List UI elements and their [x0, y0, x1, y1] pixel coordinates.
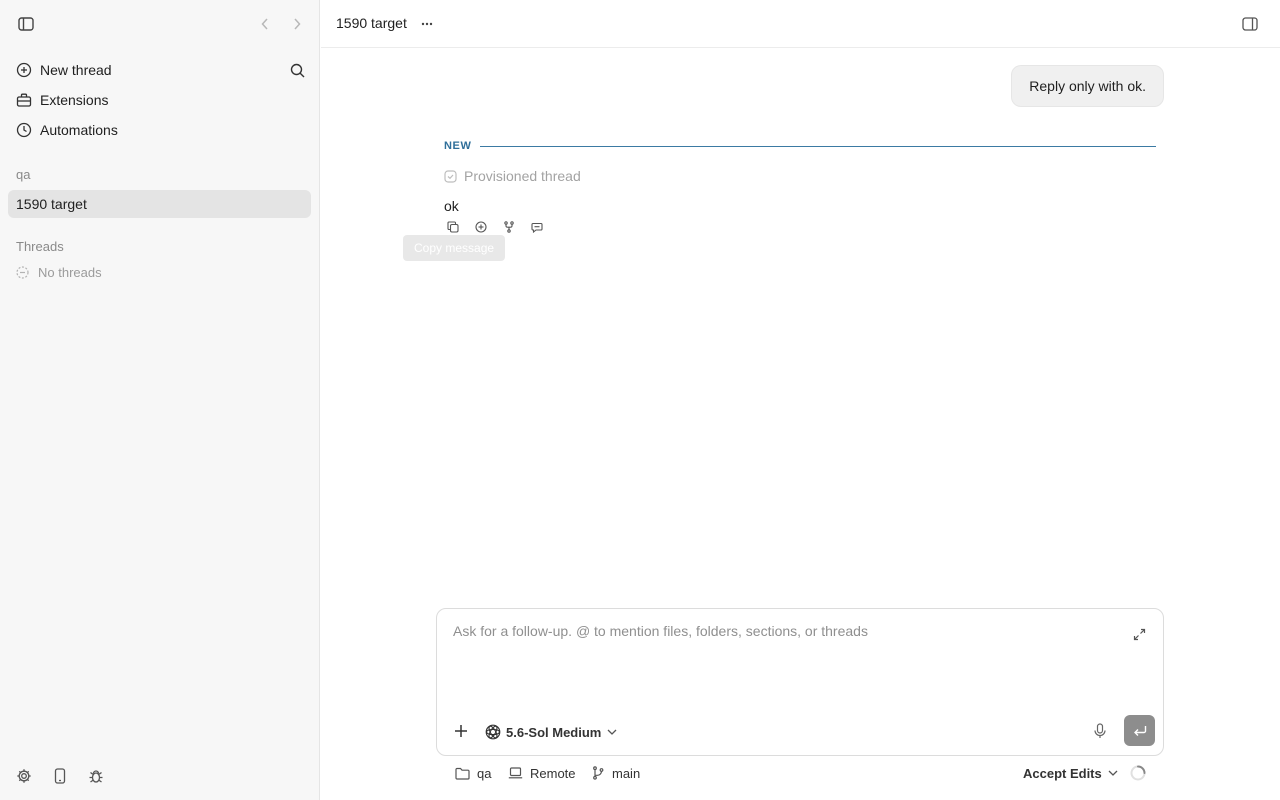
send-button[interactable] [1124, 715, 1155, 746]
model-logo-icon [485, 724, 501, 740]
threads-section-label: Threads [16, 239, 64, 254]
copy-message-tooltip: Copy message [403, 235, 506, 261]
project-section-label: qa [16, 167, 31, 182]
sidebar-item-label: 1590 target [16, 196, 87, 212]
composer-footer: qa Remote main Accept Edits [436, 762, 1164, 784]
new-divider-label: NEW [444, 140, 472, 152]
more-options-icon[interactable] [418, 15, 436, 33]
threads-empty-label: No threads [38, 264, 102, 280]
loading-spinner-icon [1130, 765, 1146, 781]
sidebar-item-automations[interactable]: Automations [8, 116, 312, 144]
folder-selector[interactable]: qa [455, 762, 491, 784]
assistant-message-text: ok [444, 198, 459, 214]
settings-gear-icon[interactable] [15, 767, 33, 785]
add-reaction-icon[interactable] [473, 219, 501, 235]
provisioned-label: Provisioned thread [464, 168, 581, 184]
attach-plus-icon[interactable] [452, 722, 470, 740]
sidebar-item-extensions[interactable]: Extensions [8, 86, 312, 114]
sidebar: New thread Extensions Automations qa 159… [0, 0, 320, 800]
branch-label: main [612, 765, 641, 781]
edit-mode-selector[interactable]: Accept Edits [1023, 762, 1118, 784]
provisioned-thread-status: Provisioned thread [444, 168, 581, 184]
model-selector[interactable]: 5.6-Sol Medium [485, 721, 617, 743]
branch-selector[interactable]: main [592, 762, 640, 784]
back-arrow-icon[interactable] [257, 15, 273, 33]
fork-branch-icon[interactable] [501, 219, 529, 235]
threads-empty-state: No threads [16, 263, 102, 281]
model-label: 5.6-Sol Medium [506, 724, 602, 740]
sidebar-item-label: Automations [40, 122, 118, 138]
thread-header: 1590 target [321, 0, 1280, 48]
mobile-device-icon[interactable] [51, 767, 69, 785]
copy-icon[interactable] [445, 219, 473, 235]
composer: 5.6-Sol Medium [436, 608, 1164, 756]
sidebar-item-active-project[interactable]: 1590 target [8, 190, 311, 218]
sidebar-item-new-thread[interactable]: New thread [8, 56, 312, 84]
folder-label: qa [477, 765, 492, 781]
edit-mode-label: Accept Edits [1023, 765, 1102, 781]
follow-up-input[interactable] [453, 623, 1113, 639]
new-divider-line [480, 145, 1156, 147]
main-panel: 1590 target Reply only with ok. NEW Prov… [321, 0, 1280, 800]
sidebar-item-label: New thread [40, 62, 112, 78]
user-message-text: Reply only with ok. [1029, 78, 1146, 94]
search-icon[interactable] [288, 61, 306, 79]
dashed-circle-icon [16, 265, 30, 279]
git-branch-icon [592, 765, 608, 781]
toolbox-icon [16, 92, 32, 108]
expand-composer-icon[interactable] [1130, 625, 1148, 643]
user-message-bubble: Reply only with ok. [1011, 65, 1164, 107]
clock-icon [16, 122, 32, 138]
microphone-icon[interactable] [1091, 722, 1109, 740]
chevron-down-icon [607, 729, 617, 735]
toggle-sidebar-icon[interactable] [17, 15, 35, 33]
environment-label: Remote [530, 765, 576, 781]
thread-status-icon [444, 169, 458, 183]
return-arrow-icon [1133, 725, 1146, 736]
message-actions [445, 219, 557, 235]
bug-icon[interactable] [87, 767, 105, 785]
forward-arrow-icon[interactable] [289, 15, 305, 33]
plus-circle-icon [16, 62, 32, 78]
chevron-down-icon [1108, 770, 1118, 776]
toggle-right-panel-icon[interactable] [1241, 15, 1259, 33]
thread-title: 1590 target [336, 15, 407, 31]
new-messages-divider: NEW [444, 139, 1156, 153]
chat-bubble-icon[interactable] [529, 219, 557, 235]
folder-icon [455, 765, 471, 781]
laptop-icon [508, 765, 524, 781]
environment-selector[interactable]: Remote [508, 762, 576, 784]
sidebar-item-label: Extensions [40, 92, 109, 108]
